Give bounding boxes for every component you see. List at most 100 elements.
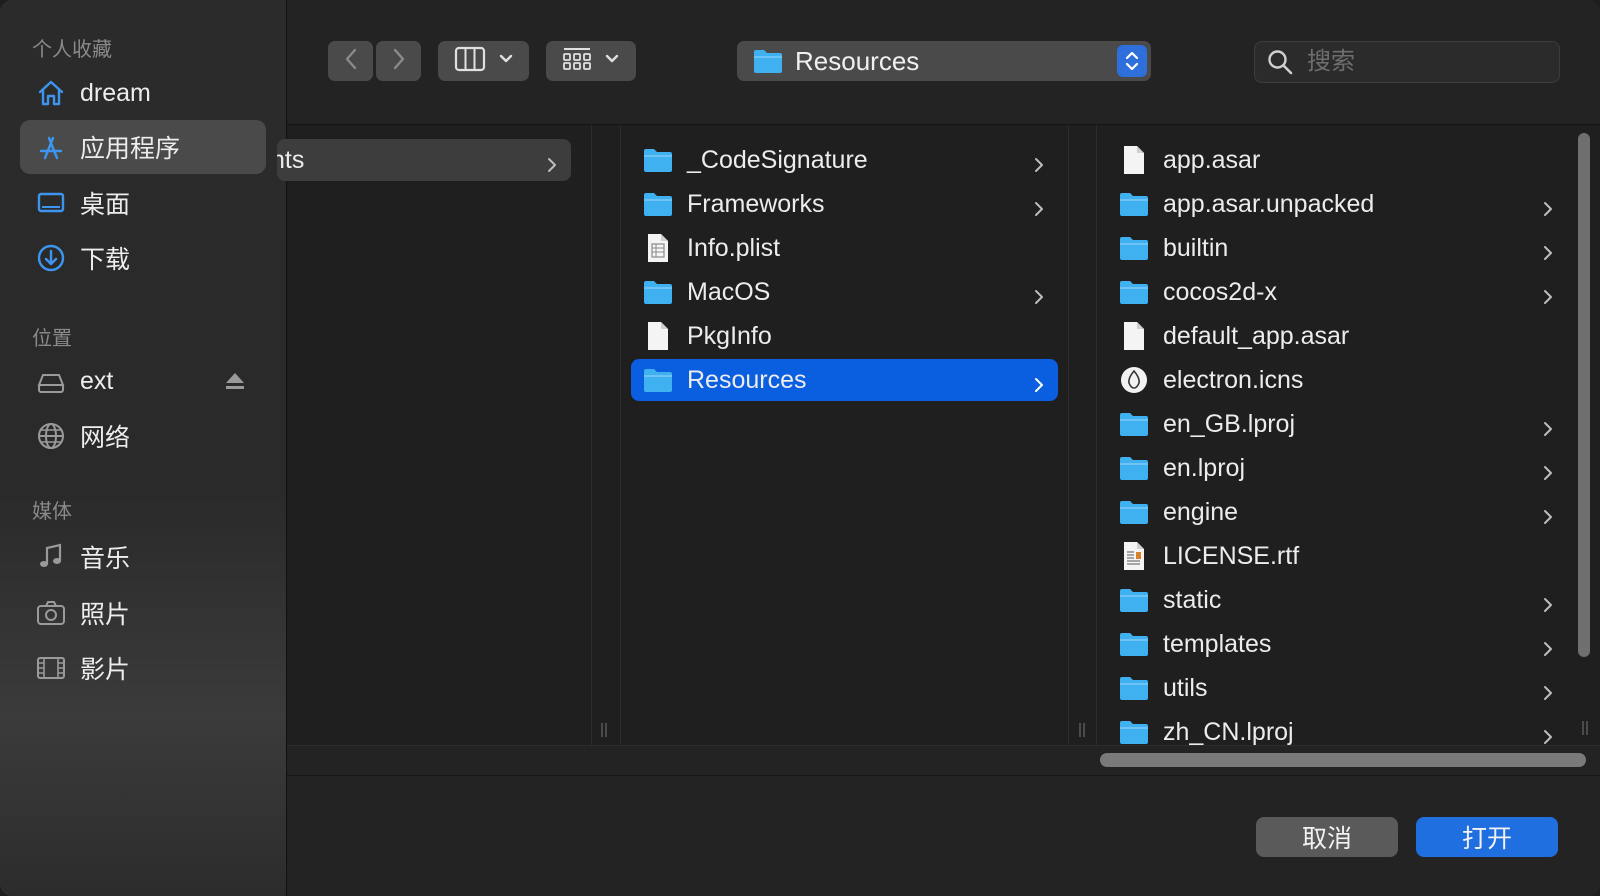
- row-label: _CodeSignature: [687, 145, 868, 174]
- chevron-right-icon: [1543, 283, 1553, 312]
- list-item[interactable]: zh_CN.lproj: [1107, 711, 1567, 745]
- search-input[interactable]: [1305, 47, 1539, 77]
- chevron-right-icon: [547, 151, 557, 180]
- document-icon: [1119, 145, 1149, 175]
- bottom-bar: [287, 775, 1600, 896]
- eject-icon[interactable]: [224, 370, 246, 399]
- list-item[interactable]: Info.plist: [631, 227, 1058, 269]
- chevron-right-icon: [1543, 503, 1553, 532]
- sidebar-item-music[interactable]: 音乐: [20, 530, 266, 584]
- column-resize-handle[interactable]: [1580, 719, 1590, 737]
- search-field[interactable]: [1254, 41, 1560, 83]
- list-item[interactable]: _CodeSignature: [631, 139, 1058, 181]
- row-label: static: [1163, 585, 1222, 614]
- sidebar-item-desktop[interactable]: 桌面: [20, 176, 266, 230]
- open-file-dialog: 个人收藏 dream 应用程序 桌面 下载 位置 ext 网络 媒体 音乐 照片…: [0, 0, 1600, 896]
- document-icon: [643, 321, 673, 351]
- sidebar-item-label: 网络: [80, 424, 131, 452]
- sidebar-item-dream[interactable]: dream: [20, 66, 266, 120]
- list-item[interactable]: engine: [1107, 491, 1567, 533]
- plist-file-icon: [643, 233, 673, 263]
- chevron-right-icon: [1034, 195, 1044, 224]
- folder-icon: [1119, 277, 1149, 307]
- folder-icon: [643, 365, 673, 395]
- globe-icon: [34, 419, 68, 453]
- horizontal-scrollbar[interactable]: [1100, 753, 1586, 767]
- row-label: cocos2d-x: [1163, 277, 1277, 306]
- grid-icon: [562, 46, 592, 77]
- sidebar-item-ext[interactable]: ext: [20, 354, 266, 408]
- column-resize-handle[interactable]: [1077, 721, 1087, 739]
- horizontal-scrollbar-track: [287, 745, 1600, 776]
- search-icon: [1267, 49, 1293, 75]
- list-item[interactable]: app.asar.unpacked: [1107, 183, 1567, 225]
- row-label: utils: [1163, 673, 1208, 702]
- rtf-file-icon: [1119, 541, 1149, 571]
- list-item[interactable]: app.asar: [1107, 139, 1567, 181]
- list-item[interactable]: Resources: [631, 359, 1058, 401]
- list-item[interactable]: Frameworks: [631, 183, 1058, 225]
- row-label: default_app.asar: [1163, 321, 1350, 350]
- path-popup[interactable]: Resources: [737, 41, 1151, 81]
- list-item[interactable]: cocos2d-x: [1107, 271, 1567, 313]
- row-label: en_GB.lproj: [1163, 409, 1296, 438]
- vertical-scrollbar[interactable]: [1578, 133, 1590, 657]
- list-item[interactable]: en.lproj: [1107, 447, 1567, 489]
- open-button[interactable]: 打开: [1416, 817, 1558, 857]
- sidebar-item-network[interactable]: 网络: [20, 409, 266, 463]
- chevron-right-icon: [1543, 635, 1553, 664]
- list-item[interactable]: MacOS: [631, 271, 1058, 313]
- group-button[interactable]: [546, 41, 636, 81]
- folder-icon: [1119, 585, 1149, 615]
- music-icon: [34, 540, 68, 574]
- chevron-down-icon: [498, 52, 514, 70]
- sidebar-item-movies[interactable]: 影片: [20, 641, 266, 695]
- cancel-button[interactable]: 取消: [1256, 817, 1398, 857]
- list-item[interactable]: utils: [1107, 667, 1567, 709]
- up-down-stepper-icon: [1117, 45, 1147, 77]
- view-mode-button[interactable]: [438, 41, 529, 81]
- home-icon: [34, 76, 68, 110]
- row-label: Resources: [687, 365, 807, 394]
- folder-icon: [1119, 497, 1149, 527]
- column-resize-handle[interactable]: [599, 721, 609, 739]
- list-item[interactable]: default_app.asar: [1107, 315, 1567, 357]
- back-button[interactable]: [328, 41, 373, 81]
- list-item[interactable]: PkgInfo: [631, 315, 1058, 357]
- column-2: _CodeSignature Frameworks Info.plist MacOS P…: [620, 125, 1085, 745]
- folder-icon: [1119, 233, 1149, 263]
- sidebar-item-applications[interactable]: 应用程序: [20, 120, 266, 174]
- sidebar-section-locations: 位置: [32, 328, 72, 350]
- folder-icon: [643, 145, 673, 175]
- chevron-left-icon: [343, 47, 359, 76]
- sidebar-item-label: ext: [80, 366, 114, 395]
- forward-button[interactable]: [376, 41, 421, 81]
- chevron-right-icon: [1543, 591, 1553, 620]
- list-item[interactable]: static: [1107, 579, 1567, 621]
- sidebar-section-favorites: 个人收藏: [32, 39, 112, 61]
- folder-icon: [643, 277, 673, 307]
- list-item[interactable]: builtin: [1107, 227, 1567, 269]
- list-item[interactable]: LICENSE.rtf: [1107, 535, 1567, 577]
- sidebar-item-label: 照片: [80, 601, 131, 629]
- folder-icon: [1119, 717, 1149, 745]
- list-item[interactable]: nts: [277, 139, 571, 181]
- list-item[interactable]: en_GB.lproj: [1107, 403, 1567, 445]
- list-item[interactable]: templates: [1107, 623, 1567, 665]
- folder-icon: [1119, 409, 1149, 439]
- chevron-right-icon: [1543, 415, 1553, 444]
- chevron-right-icon: [1543, 459, 1553, 488]
- chevron-right-icon: [1543, 195, 1553, 224]
- folder-icon: [1119, 189, 1149, 219]
- list-item[interactable]: electron.icns: [1107, 359, 1567, 401]
- path-popup-label: Resources: [795, 45, 920, 76]
- row-label: LICENSE.rtf: [1163, 541, 1300, 570]
- film-icon: [34, 651, 68, 685]
- row-label: MacOS: [687, 277, 771, 306]
- row-label: PkgInfo: [687, 321, 772, 350]
- desktop-icon: [34, 186, 68, 220]
- row-label: app.asar.unpacked: [1163, 189, 1375, 218]
- sidebar-item-photos[interactable]: 照片: [20, 586, 266, 640]
- row-label: app.asar: [1163, 145, 1261, 174]
- sidebar-item-downloads[interactable]: 下载: [20, 231, 266, 285]
